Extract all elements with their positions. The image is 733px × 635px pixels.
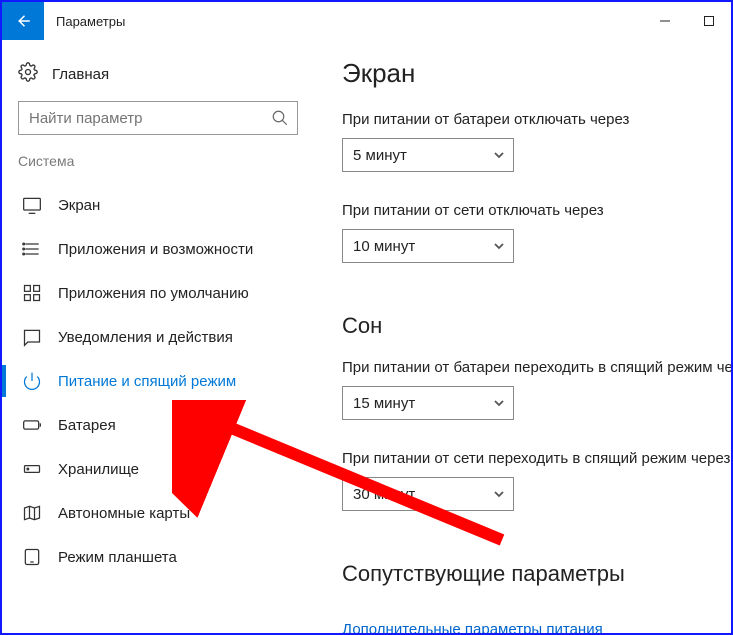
select-value: 5 минут (353, 147, 407, 164)
search-box[interactable] (18, 101, 298, 135)
sidebar-item-label: Приложения и возможности (58, 241, 253, 258)
back-button[interactable] (2, 2, 44, 40)
tablet-icon (22, 547, 42, 567)
select-sleep-battery[interactable]: 15 минут (342, 386, 514, 420)
sidebar-item-label: Хранилище (58, 461, 139, 478)
sidebar-item-power[interactable]: Питание и спящий режим (12, 359, 304, 403)
display-icon (22, 195, 42, 215)
label-screen-plugged: При питании от сети отключать через (342, 202, 731, 219)
power-icon (22, 371, 42, 391)
label-sleep-plugged: При питании от сети переходить в спящий … (342, 450, 731, 467)
notifications-icon (22, 327, 42, 347)
default-apps-icon (22, 283, 42, 303)
arrow-left-icon (14, 12, 32, 30)
select-screen-plugged[interactable]: 10 минут (342, 229, 514, 263)
main-pane: Экран При питании от батареи отключать ч… (314, 40, 731, 633)
sidebar-item-label: Экран (58, 197, 100, 214)
minimize-button[interactable] (643, 2, 687, 40)
gear-icon (18, 62, 38, 87)
sidebar-item-label: Питание и спящий режим (58, 373, 236, 390)
heading-screen: Экран (342, 58, 731, 89)
apps-icon (22, 239, 42, 259)
sidebar-item-tablet[interactable]: Режим планшета (12, 535, 304, 579)
sidebar: Главная Система Экран Приложения и возмо… (2, 40, 314, 633)
sidebar-item-maps[interactable]: Автономные карты (12, 491, 304, 535)
sidebar-item-notifications[interactable]: Уведомления и действия (12, 315, 304, 359)
storage-icon (22, 459, 42, 479)
select-value: 30 минут (353, 486, 415, 503)
sidebar-item-battery[interactable]: Батарея (12, 403, 304, 447)
sidebar-home-label: Главная (52, 66, 109, 83)
sidebar-nav: Экран Приложения и возможности Приложени… (12, 183, 304, 579)
select-sleep-plugged[interactable]: 30 минут (342, 477, 514, 511)
sidebar-section-label: Система (12, 153, 304, 183)
chevron-down-icon (493, 149, 505, 161)
label-sleep-battery: При питании от батареи переходить в спящ… (342, 359, 731, 376)
sidebar-item-label: Батарея (58, 417, 116, 434)
sidebar-item-label: Приложения по умолчанию (58, 285, 249, 302)
sidebar-item-label: Режим планшета (58, 549, 177, 566)
chevron-down-icon (493, 488, 505, 500)
search-icon (271, 109, 289, 127)
chevron-down-icon (493, 397, 505, 409)
map-icon (22, 503, 42, 523)
sidebar-item-default-apps[interactable]: Приложения по умолчанию (12, 271, 304, 315)
chevron-down-icon (493, 240, 505, 252)
select-value: 15 минут (353, 395, 415, 412)
search-input[interactable] (29, 110, 271, 127)
maximize-icon (703, 15, 715, 27)
sidebar-item-storage[interactable]: Хранилище (12, 447, 304, 491)
label-screen-battery: При питании от батареи отключать через (342, 111, 731, 128)
battery-icon (22, 415, 42, 435)
sidebar-home[interactable]: Главная (12, 58, 304, 101)
titlebar: Параметры (2, 2, 731, 40)
select-screen-battery[interactable]: 5 минут (342, 138, 514, 172)
sidebar-item-label: Автономные карты (58, 505, 190, 522)
sidebar-item-label: Уведомления и действия (58, 329, 233, 346)
minimize-icon (659, 15, 671, 27)
window-title: Параметры (44, 2, 643, 40)
sidebar-item-apps[interactable]: Приложения и возможности (12, 227, 304, 271)
link-additional-power[interactable]: Дополнительные параметры питания (342, 621, 603, 633)
heading-related: Сопутствующие параметры (342, 561, 731, 587)
window-controls (643, 2, 731, 40)
select-value: 10 минут (353, 238, 415, 255)
maximize-button[interactable] (687, 2, 731, 40)
sidebar-item-display[interactable]: Экран (12, 183, 304, 227)
heading-sleep: Сон (342, 313, 731, 339)
